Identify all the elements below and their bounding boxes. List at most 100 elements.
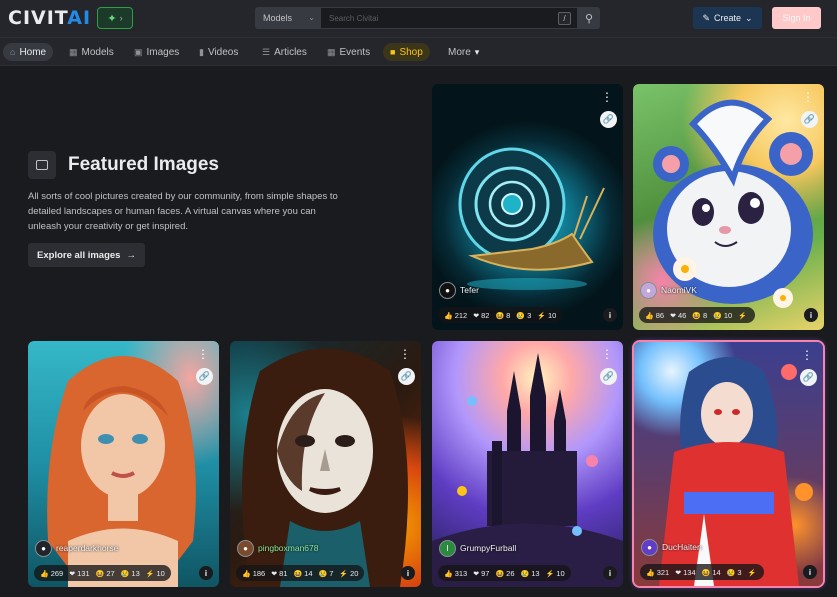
like-count[interactable]: 👍 313 xyxy=(444,569,467,578)
cry-count[interactable]: 😢 13 xyxy=(121,569,140,578)
search-input[interactable]: Search Civitai / xyxy=(321,7,578,29)
info-icon[interactable]: i xyxy=(199,566,213,580)
card-user[interactable]: ● NaomiVK xyxy=(640,281,697,299)
image-card[interactable]: ⋮ 🔗 ● DucHaiten 👍 321 ❤ 134 😆 14 😢 3 ⚡ i xyxy=(634,342,823,586)
buzz-count[interactable]: ⚡ xyxy=(748,568,759,577)
nav-events[interactable]: ▦ Events xyxy=(320,43,377,61)
cry-count[interactable]: 😢 3 xyxy=(727,568,742,577)
info-icon[interactable]: i xyxy=(804,308,818,322)
like-count[interactable]: 👍 86 xyxy=(645,311,664,320)
info-icon[interactable]: i xyxy=(603,308,617,322)
nav-images[interactable]: ▣ Images xyxy=(127,43,186,61)
card-user[interactable]: I GrumpyFurball xyxy=(439,539,516,557)
more-options-icon[interactable]: ⋮ xyxy=(197,348,209,360)
laugh-count[interactable]: 😆 14 xyxy=(702,568,721,577)
heart-count[interactable]: ❤ 82 xyxy=(473,311,489,320)
more-options-icon[interactable]: ⋮ xyxy=(601,91,613,103)
laugh-icon: 😆 xyxy=(692,312,701,320)
info-icon[interactable]: i xyxy=(803,565,817,579)
nav-articles[interactable]: ☰ Articles xyxy=(255,43,314,61)
laugh-icon: 😆 xyxy=(701,569,711,577)
like-count[interactable]: 👍 321 xyxy=(646,568,669,577)
card-user[interactable]: ● DucHaiten xyxy=(641,538,702,556)
reaction-bar: 👍 269 ❤ 131 😆 27 😢 13 ⚡ 10 xyxy=(34,565,171,581)
card-user[interactable]: ● pingboxman678 xyxy=(237,539,319,557)
main-nav: ⌂ Home ▦ Models ▣ Images ▮ Videos ☰ Articles … xyxy=(0,38,837,66)
chevron-down-icon: ⌄ xyxy=(745,12,753,23)
heart-count[interactable]: ❤ 97 xyxy=(473,569,489,578)
more-options-icon[interactable]: ⋮ xyxy=(802,91,814,103)
arrow-right-icon: → xyxy=(126,249,136,261)
explore-all-images-button[interactable]: Explore all images → xyxy=(28,243,145,267)
nav-shop[interactable]: ■ Shop xyxy=(383,43,430,61)
heart-count[interactable]: ❤ 131 xyxy=(69,569,89,578)
heart-icon: ❤ xyxy=(473,570,480,578)
bolt-icon: ⚡ xyxy=(339,570,349,578)
nav-home[interactable]: ⌂ Home xyxy=(3,43,54,61)
laugh-count[interactable]: 😆 8 xyxy=(495,311,510,320)
card-user[interactable]: ● Tefer xyxy=(439,281,479,299)
laugh-icon: 😆 xyxy=(495,312,505,320)
buzz-count[interactable]: ⚡ 10 xyxy=(546,569,565,578)
laugh-count[interactable]: 😆 27 xyxy=(96,569,115,578)
buzz-count[interactable]: ⚡ xyxy=(738,311,749,320)
link-icon[interactable]: 🔗 xyxy=(600,368,617,385)
page-title: Featured Images xyxy=(68,154,219,175)
card-user[interactable]: ● reaperdarkhorse xyxy=(35,539,118,557)
cry-count[interactable]: 😢 3 xyxy=(516,311,531,320)
cry-icon: 😢 xyxy=(120,570,130,578)
search-bar: Models ⌄ Search Civitai / ⚲ xyxy=(255,7,600,29)
thumbs-up-icon: 👍 xyxy=(444,312,453,320)
laugh-count[interactable]: 😆 8 xyxy=(692,311,707,320)
image-card[interactable]: ⋮ 🔗 I GrumpyFurball 👍 313 ❤ 97 😆 26 😢 13 ⚡ 10 … xyxy=(432,341,623,587)
heart-icon: ❤ xyxy=(69,570,76,578)
info-icon[interactable]: i xyxy=(603,566,617,580)
image-card[interactable]: ⋮ 🔗 ● NaomiVK 👍 86 ❤ 46 😆 8 😢 10 ⚡ i xyxy=(633,84,824,330)
cry-count[interactable]: 😢 7 xyxy=(319,569,334,578)
like-count[interactable]: 👍 212 xyxy=(444,311,467,320)
calendar-icon: ▦ xyxy=(327,46,336,57)
article-icon: ☰ xyxy=(262,46,271,57)
more-options-icon[interactable]: ⋮ xyxy=(399,348,411,360)
info-icon[interactable]: i xyxy=(401,566,415,580)
sign-in-button[interactable]: Sign In xyxy=(772,7,821,29)
link-icon[interactable]: 🔗 xyxy=(196,368,213,385)
link-icon[interactable]: 🔗 xyxy=(600,111,617,128)
like-count[interactable]: 👍 186 xyxy=(242,569,265,578)
create-button[interactable]: ✎ Create ⌄ xyxy=(693,7,762,29)
brand-badge-icon[interactable]: ✦ › xyxy=(97,7,133,29)
search-button[interactable]: ⚲ xyxy=(578,7,600,29)
bolt-icon: ⚡ xyxy=(537,312,546,320)
cry-count[interactable]: 😢 13 xyxy=(521,569,540,578)
buzz-count[interactable]: ⚡ 10 xyxy=(537,311,556,320)
heart-count[interactable]: ❤ 134 xyxy=(675,568,695,577)
avatar: ● xyxy=(35,539,52,557)
link-icon[interactable]: 🔗 xyxy=(801,111,818,128)
buzz-count[interactable]: ⚡ 10 xyxy=(146,569,165,578)
laugh-count[interactable]: 😆 14 xyxy=(293,569,312,578)
nav-videos[interactable]: ▮ Videos xyxy=(192,43,245,61)
image-card[interactable]: ⋮ 🔗 ● pingboxman678 👍 186 ❤ 81 😆 14 😢 7 ⚡ 20 i xyxy=(230,341,421,587)
image-icon xyxy=(28,151,56,179)
bolt-icon: ⚡ xyxy=(738,312,747,320)
link-icon[interactable]: 🔗 xyxy=(800,369,817,386)
like-count[interactable]: 👍 269 xyxy=(40,569,63,578)
link-icon[interactable]: 🔗 xyxy=(398,368,415,385)
cry-count[interactable]: 😢 10 xyxy=(713,311,732,320)
nav-models[interactable]: ▦ Models xyxy=(62,43,121,61)
cry-icon: 😢 xyxy=(318,570,328,578)
nav-more[interactable]: More ▾ xyxy=(441,43,486,61)
heart-count[interactable]: ❤ 81 xyxy=(271,569,287,578)
more-options-icon[interactable]: ⋮ xyxy=(801,349,813,361)
civitai-logo[interactable]: CIVITAI xyxy=(8,8,91,28)
search-scope-select[interactable]: Models ⌄ xyxy=(255,7,321,29)
heart-count[interactable]: ❤ 46 xyxy=(670,311,686,320)
laugh-count[interactable]: 😆 26 xyxy=(495,569,514,578)
buzz-count[interactable]: ⚡ 20 xyxy=(339,569,358,578)
image-card[interactable]: ⋮ 🔗 ● Tefer 👍 212 ❤ 82 😆 8 😢 3 ⚡ 10 i xyxy=(432,84,623,330)
models-icon: ▦ xyxy=(69,46,78,57)
image-card[interactable]: ⋮ 🔗 ● reaperdarkhorse 👍 269 ❤ 131 😆 27 😢 13 ⚡… xyxy=(28,341,219,587)
thumbs-up-icon: 👍 xyxy=(646,569,655,577)
more-options-icon[interactable]: ⋮ xyxy=(601,348,613,360)
laugh-icon: 😆 xyxy=(495,570,505,578)
